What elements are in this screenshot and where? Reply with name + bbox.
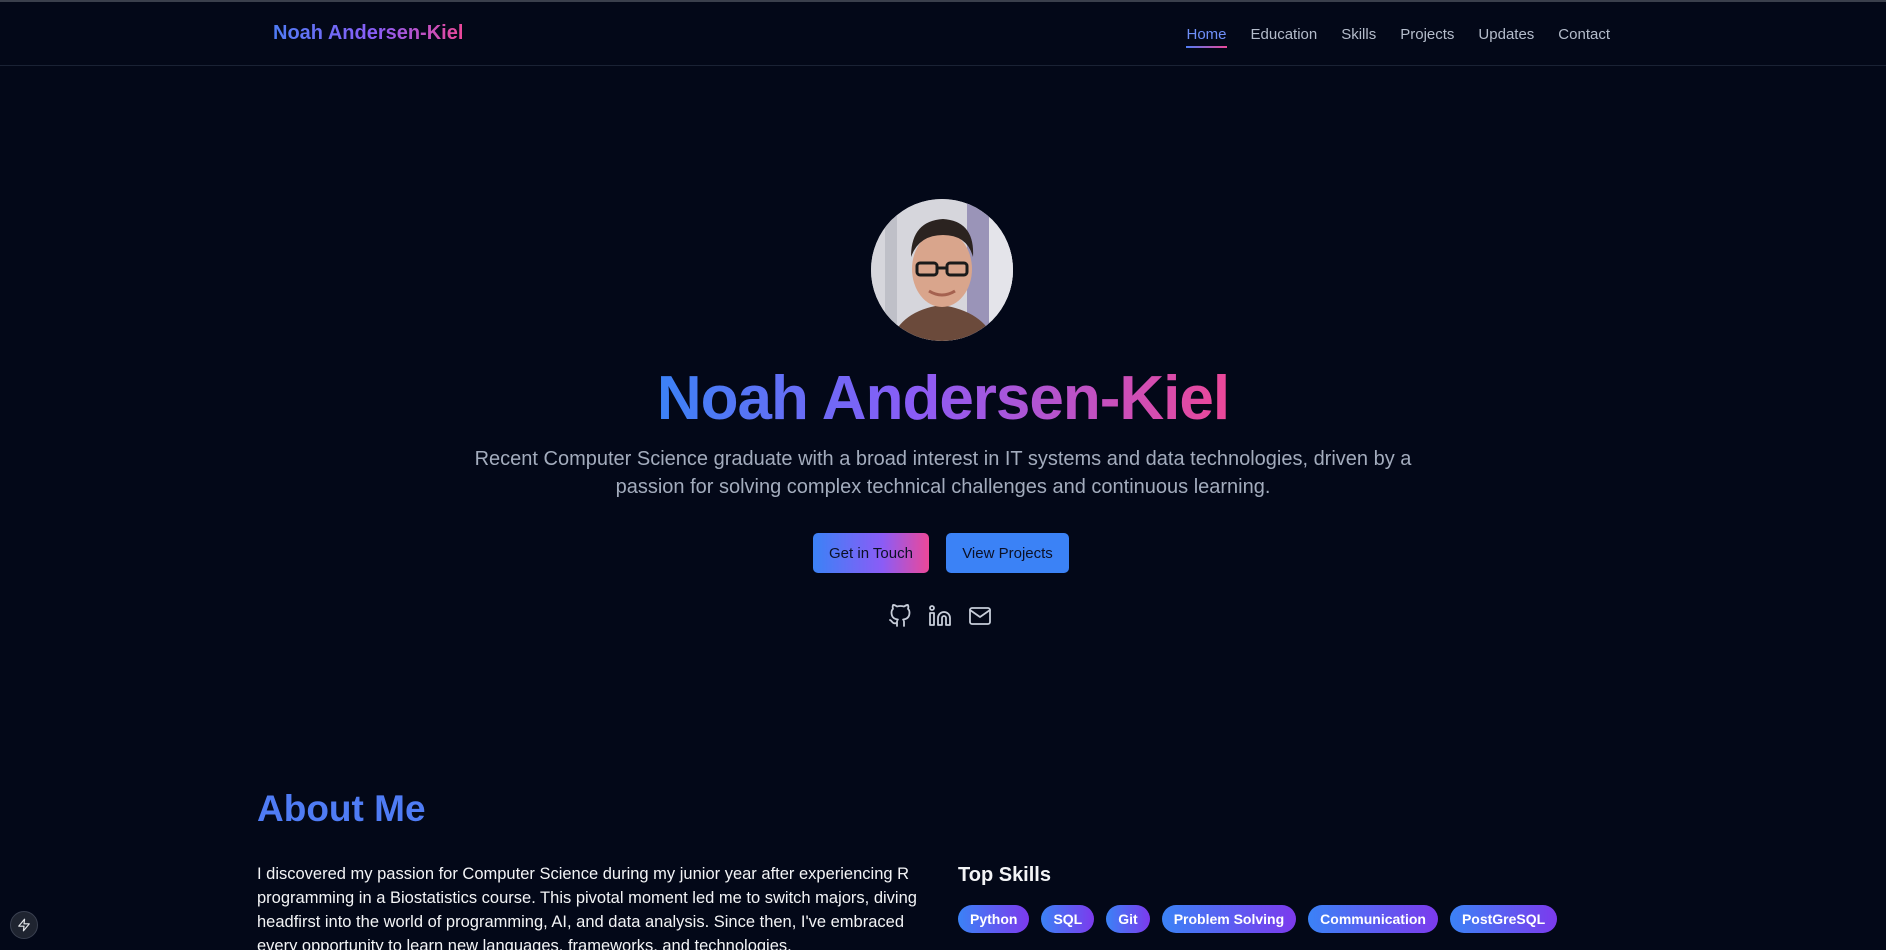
view-projects-button[interactable]: View Projects <box>946 533 1069 573</box>
skill-tag: Problem Solving <box>1161 905 1297 933</box>
brand-logo-text[interactable]: Noah Andersen-Kiel <box>273 22 463 45</box>
profile-photo <box>871 199 1013 341</box>
about-paragraph: I discovered my passion for Computer Sci… <box>257 865 917 950</box>
linkedin-icon[interactable] <box>928 604 952 628</box>
main-nav: Home Education Skills Projects Updates C… <box>1186 26 1610 48</box>
nav-education[interactable]: Education <box>1251 26 1318 47</box>
skill-tag: Communication <box>1308 905 1438 933</box>
site-header: Noah Andersen-Kiel Home Education Skills… <box>0 2 1886 66</box>
skills-list: Python SQL Git Problem Solving Communica… <box>958 905 1598 933</box>
nav-skills[interactable]: Skills <box>1341 26 1376 47</box>
nav-contact[interactable]: Contact <box>1558 26 1610 47</box>
hero-name: Noah Andersen-Kiel <box>656 364 1230 433</box>
social-links <box>888 604 992 628</box>
about-section-title: About Me <box>257 788 426 829</box>
skill-tag: Git <box>1106 905 1150 933</box>
github-icon[interactable] <box>888 604 912 628</box>
skill-tag: PostGreSQL <box>1449 905 1558 933</box>
nav-home[interactable]: Home <box>1186 26 1227 48</box>
skill-tag: Python <box>958 905 1030 933</box>
skill-tag: SQL <box>1041 905 1095 933</box>
hero-tagline: Recent Computer Science graduate with a … <box>474 448 1412 498</box>
bolt-icon[interactable] <box>10 911 38 939</box>
nav-projects[interactable]: Projects <box>1400 26 1454 47</box>
mail-icon[interactable] <box>968 604 992 628</box>
top-skills-title: Top Skills <box>958 864 1051 886</box>
get-in-touch-button[interactable]: Get in Touch <box>813 533 929 573</box>
nav-updates[interactable]: Updates <box>1478 26 1534 47</box>
